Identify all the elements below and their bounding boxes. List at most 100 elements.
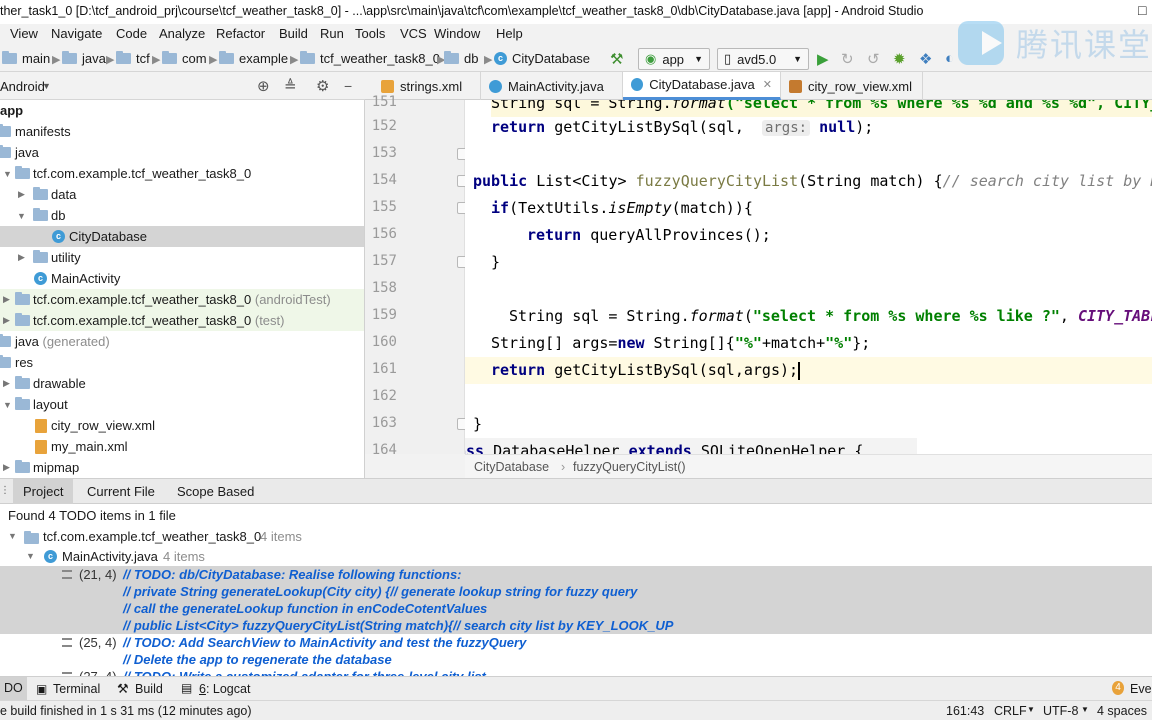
project-tree: app manifests java ▼ tcf.com.example.tcf_… [0,100,365,478]
profile-icon[interactable]: ◐ [945,50,954,67]
tree-item-package[interactable]: ▼ tcf.com.example.tcf_weather_task8_0 [0,163,364,184]
tree-item-utility[interactable]: ▶ utility [0,247,364,268]
chevron-down-icon[interactable]: ▼ [8,528,17,545]
code-editor[interactable]: String sql = String.format("select * fro… [465,100,1152,454]
menu-analyze[interactable]: Analyze [159,26,205,41]
tab-scope-based[interactable]: Scope Based [167,479,264,504]
tree-item-java-generated[interactable]: java (generated) [0,331,364,352]
tab-project[interactable]: Project [13,479,74,504]
tree-item-layout[interactable]: ▼ layout [0,394,364,415]
crumb-class[interactable]: CityDatabase [474,460,549,474]
crumb-tcf[interactable]: tcf [116,51,150,66]
tree-item-res[interactable]: res [0,352,364,373]
maximize-icon[interactable]: □ [1138,2,1146,18]
tree-item-city-row-view-xml[interactable]: city_row_view.xml [0,415,364,436]
collapse-icon[interactable]: ≜ [284,77,297,95]
tab-current-file[interactable]: Current File [77,479,165,504]
menu-tools[interactable]: Tools [355,26,385,41]
close-icon[interactable]: ✕ [763,78,772,91]
folder-icon [0,355,11,368]
folder-icon [24,531,39,544]
crumb-citydatabase[interactable]: c CityDatabase [494,51,590,66]
code-line: } [491,253,501,271]
hammer-icon[interactable]: ⚒ [610,50,623,68]
tree-item-app[interactable]: app [0,100,364,121]
tree-item-java[interactable]: java [0,142,364,163]
menu-refactor[interactable]: Refactor [216,26,265,41]
todo-file-row[interactable]: ▼ c MainActivity.java 4 items [0,548,1152,565]
apply-changes-icon[interactable]: ↺ [867,50,880,68]
run-config-select[interactable]: ◉ app ▼ [638,48,710,70]
chevron-right-icon[interactable]: ▶ [18,189,25,200]
chevron-right-icon[interactable]: ▶ [3,294,10,305]
tool-logcat[interactable]: 6: Logcat [199,682,250,696]
locate-icon[interactable]: ⊕ [257,77,270,95]
todo-item[interactable]: (21, 4)// TODO: db/CityDatabase: Realise… [0,566,1152,583]
tool-todo[interactable]: DO [0,677,27,700]
tool-terminal[interactable]: Terminal [53,682,100,696]
chevron-down-icon[interactable]: ▼ [3,400,12,410]
tree-item-db[interactable]: ▼ db [0,205,364,226]
tree-item-manifests[interactable]: manifests [0,121,364,142]
project-view-mode[interactable]: Android [0,79,45,94]
tree-item-mipmap[interactable]: ▶ mipmap [0,457,364,478]
line-separator[interactable]: CRLF [994,704,1027,718]
crumb-com[interactable]: com [162,51,207,66]
menu-build[interactable]: Build [279,26,308,41]
tree-item-mainactivity[interactable]: c MainActivity [0,268,364,289]
menu-run[interactable]: Run [320,26,344,41]
rerun-icon[interactable]: ↻ [841,50,854,68]
todo-item[interactable]: // private String generateLookup(City ci… [0,583,1152,600]
todo-item[interactable]: // public List<City> fuzzyQueryCityList(… [0,617,1152,634]
gear-icon[interactable]: ⚙ [316,77,329,95]
crumb-package[interactable]: tcf_weather_task8_0 [300,51,440,66]
hide-panel-icon[interactable]: − [344,78,352,94]
chevron-down-icon[interactable]: ▼ [42,81,51,91]
tool-build[interactable]: Build [135,682,163,696]
menu-help[interactable]: Help [496,26,523,41]
menu-view[interactable]: View [10,26,38,41]
chevron-down-icon[interactable]: ▼ [17,211,26,221]
run-icon[interactable]: ▶ [817,50,829,68]
pin-icon[interactable]: ⋮ [0,485,10,496]
chevron-right-icon[interactable]: ▶ [3,462,10,473]
class-icon [631,78,644,91]
chevron-down-icon[interactable]: ▼ [3,169,12,179]
attach-icon[interactable]: ❖ [919,50,932,68]
tab-citydatabase-java[interactable]: CityDatabase.java ✕ [623,72,781,100]
todo-package-row[interactable]: ▼ tcf.com.example.tcf_weather_task8_0 4 … [0,528,1152,545]
caret-position[interactable]: 161:43 [946,704,984,718]
chevron-down-icon[interactable]: ▼ [26,548,35,565]
crumb-main[interactable]: main [2,51,50,66]
menu-code[interactable]: Code [116,26,147,41]
tool-event-log[interactable]: Ever [1130,682,1152,696]
menu-window[interactable]: Window [434,26,480,41]
todo-item[interactable]: (25, 4)// TODO: Add SearchView to MainAc… [0,634,1152,651]
crumb-example[interactable]: example [219,51,288,66]
folder-icon [15,166,30,179]
menu-vcs[interactable]: VCS [400,26,427,41]
tree-item-data[interactable]: ▶ data [0,184,364,205]
tree-item-package-androidtest[interactable]: ▶ tcf.com.example.tcf_weather_task8_0 (an… [0,289,364,310]
todo-item[interactable]: (27, 4)// TODO: Write a customized adapt… [0,668,1152,676]
file-encoding[interactable]: UTF-8 [1043,704,1078,718]
crumb-java[interactable]: java [62,51,106,66]
menu-navigate[interactable]: Navigate [51,26,102,41]
debug-icon[interactable]: ✹ [893,50,906,68]
chevron-right-icon[interactable]: ▶ [3,315,10,326]
crumb-method[interactable]: fuzzyQueryCityList() [573,460,686,474]
tab-city-row-view-xml[interactable]: city_row_view.xml [781,72,923,100]
chevron-right-icon[interactable]: ▶ [3,378,10,389]
tree-item-package-test[interactable]: ▶ tcf.com.example.tcf_weather_task8_0 (te… [0,310,364,331]
tree-item-drawable[interactable]: ▶ drawable [0,373,364,394]
chevron-right-icon[interactable]: ▶ [18,252,25,263]
device-select[interactable]: ▯ avd5.0 ▼ [717,48,809,70]
tree-item-my-main-xml[interactable]: my_main.xml [0,436,364,457]
indent-setting[interactable]: 4 spaces [1097,704,1147,718]
todo-item[interactable]: // Delete the app to regenerate the data… [0,651,1152,668]
crumb-db[interactable]: db [444,51,478,66]
watermark: 腾讯课堂 [958,20,1152,66]
tree-item-citydatabase[interactable]: c CityDatabase [0,226,364,247]
todo-item[interactable]: // call the generateLookup function in e… [0,600,1152,617]
tab-mainactivity-java[interactable]: MainActivity.java [481,72,623,100]
